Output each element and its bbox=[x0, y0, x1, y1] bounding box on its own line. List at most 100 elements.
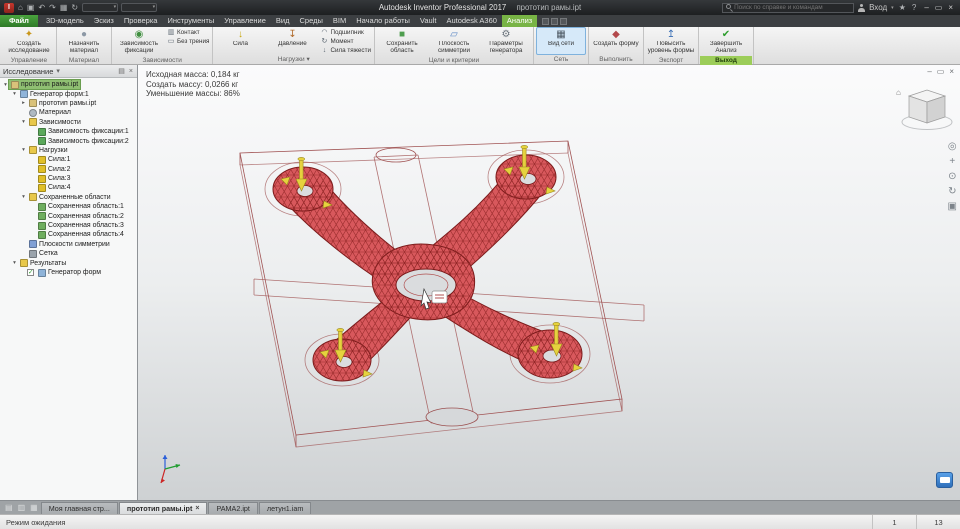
look-at-icon[interactable]: ▣ bbox=[948, 201, 957, 212]
ribbon-button-contact[interactable]: ▥ Контакт bbox=[165, 28, 211, 37]
save-icon[interactable]: ▣ bbox=[26, 0, 36, 15]
ribbon-tab-9[interactable]: Начало работы bbox=[351, 15, 415, 27]
ribbon-button-create-study[interactable]: ✦ Создать исследование bbox=[4, 27, 54, 56]
tree-item-16[interactable]: Сохраненная область:4 bbox=[0, 230, 137, 239]
ribbon-tab-11[interactable]: Autodesk A360 bbox=[441, 15, 501, 27]
document-tab-0[interactable]: Моя главная стр... bbox=[40, 502, 118, 514]
ribbon-tab-10[interactable]: Vault bbox=[415, 15, 442, 27]
home-view-icon[interactable]: ⌂ bbox=[896, 88, 901, 97]
redo-icon[interactable]: ↷ bbox=[48, 0, 57, 15]
model-canvas[interactable]: ⌂ bbox=[138, 65, 960, 500]
ribbon-button-promote-form[interactable]: ↥ Повысить уровень формы bbox=[646, 27, 696, 56]
tree-item-14[interactable]: Сохраненная область:2 bbox=[0, 211, 137, 221]
panel-toggle-icon[interactable] bbox=[551, 17, 559, 25]
ribbon-button-bearing[interactable]: ◠ Подшипник bbox=[318, 28, 373, 37]
tree-item-11[interactable]: Сила:4 bbox=[0, 183, 137, 192]
file-menu-button[interactable]: Файл bbox=[0, 15, 38, 27]
restore-icon[interactable]: ▭ bbox=[932, 0, 946, 15]
communication-icon[interactable] bbox=[936, 472, 953, 488]
tree-item-4[interactable]: ▾ Зависимости bbox=[0, 118, 137, 127]
switch-windows-icon[interactable]: ▦ bbox=[28, 501, 40, 514]
zoom-icon[interactable]: ⊙ bbox=[948, 171, 956, 182]
tree-expand-icon[interactable]: ▾ bbox=[2, 82, 9, 88]
browser-close-icon[interactable]: × bbox=[128, 68, 134, 75]
viewport[interactable]: Исходная масса: 0,184 кг Создать массу: 0… bbox=[138, 65, 960, 500]
visibility-checkbox[interactable]: ✓ bbox=[27, 269, 34, 276]
tree-item-15[interactable]: Сохраненная область:3 bbox=[0, 221, 137, 230]
navigation-wheel-icon[interactable]: ◎ bbox=[948, 141, 957, 152]
restore-doc-icon[interactable]: ▭ bbox=[937, 67, 945, 76]
ribbon-button-fix-constraint[interactable]: ◉ Зависимость фиксации bbox=[114, 27, 164, 56]
ribbon-tab-7[interactable]: Среды bbox=[295, 15, 328, 27]
ribbon-button-create-form[interactable]: ◆ Создать форму bbox=[591, 27, 641, 55]
tree-item-17[interactable]: Плоскости симметрии bbox=[0, 240, 137, 249]
close-doc-icon[interactable]: × bbox=[949, 67, 954, 76]
tree-item-12[interactable]: ▾ Сохраненные области bbox=[0, 193, 137, 202]
tree-item-5[interactable]: Зависимость фиксации:1 bbox=[0, 127, 137, 136]
tree-item-6[interactable]: Зависимость фиксации:2 bbox=[0, 136, 137, 146]
search-input[interactable] bbox=[734, 4, 851, 11]
minimize-icon[interactable]: – bbox=[921, 0, 931, 15]
ribbon-button-pressure[interactable]: ↧ Давление bbox=[267, 27, 317, 55]
tree-item-19[interactable]: ▾ Результаты bbox=[0, 258, 137, 268]
ribbon-button-moment[interactable]: ↻ Момент bbox=[318, 37, 373, 46]
group-dropdown-icon[interactable]: ▾ bbox=[305, 56, 309, 63]
ribbon-tab-1[interactable]: 3D-модель bbox=[41, 15, 89, 27]
star-icon[interactable]: ★ bbox=[898, 0, 907, 15]
ribbon-tab-8[interactable]: BIM bbox=[328, 15, 351, 27]
browser-filter-icon[interactable]: ▤ bbox=[117, 67, 126, 75]
material-dropdown[interactable] bbox=[82, 3, 119, 12]
ribbon-tab-5[interactable]: Управление bbox=[219, 15, 271, 27]
signin-button[interactable]: Вход bbox=[869, 3, 887, 12]
tree-expand-icon[interactable]: ▾ bbox=[20, 119, 27, 125]
undo-icon[interactable]: ↶ bbox=[37, 0, 46, 15]
tree-expand-icon[interactable]: ▾ bbox=[11, 91, 18, 97]
signin-caret-icon[interactable]: ▾ bbox=[891, 5, 894, 11]
ribbon-button-assign-material[interactable]: ● Назначить материал bbox=[59, 27, 109, 56]
orbit-icon[interactable]: ↻ bbox=[948, 186, 956, 197]
browser-dropdown-icon[interactable]: ▾ bbox=[55, 67, 61, 75]
print-icon[interactable]: ▦ bbox=[59, 0, 69, 15]
tree-item-13[interactable]: Сохраненная область:1 bbox=[0, 202, 137, 211]
tree-item-2[interactable]: ▸ прототип рамы.ipt bbox=[0, 99, 137, 108]
ribbon-button-finish-check[interactable]: ✔ Завершить Анализ bbox=[701, 27, 751, 56]
ribbon-button-mesh-view[interactable]: ▦ Вид сети bbox=[536, 27, 586, 55]
tree-item-18[interactable]: Сетка bbox=[0, 249, 137, 258]
tree-expand-icon[interactable]: ▸ bbox=[20, 100, 27, 106]
home-icon[interactable]: ⌂ bbox=[17, 0, 24, 15]
tree-item-7[interactable]: ▾ Нагрузки bbox=[0, 146, 137, 155]
ribbon-tab-3[interactable]: Проверка bbox=[119, 15, 163, 27]
tree-item-1[interactable]: ▾ Генератор форм:1 bbox=[0, 89, 137, 99]
help-icon[interactable]: ? bbox=[911, 0, 917, 15]
tree-expand-icon[interactable]: ▾ bbox=[20, 194, 27, 200]
ribbon-tab-4[interactable]: Инструменты bbox=[162, 15, 219, 27]
document-tab-2[interactable]: РАМА2.ipt bbox=[208, 502, 258, 514]
close-icon[interactable]: × bbox=[945, 0, 956, 15]
panel-toggle-icon[interactable] bbox=[542, 17, 550, 25]
document-tab-3[interactable]: летун1.iam bbox=[258, 502, 312, 514]
ribbon-tab-12[interactable]: Анализ bbox=[501, 15, 538, 27]
document-tab-1[interactable]: прототип рамы.ipt × bbox=[118, 502, 208, 514]
panel-toggle-icon[interactable] bbox=[560, 17, 568, 25]
tree-expand-icon[interactable]: ▾ bbox=[20, 147, 27, 153]
app-icon[interactable]: I bbox=[4, 2, 14, 13]
update-icon[interactable]: ↻ bbox=[70, 0, 79, 15]
tree-item-0[interactable]: ▾ прототип рамы.ipt bbox=[0, 78, 137, 91]
ribbon-button-shapegen-settings[interactable]: ⚙Параметры генератора форм bbox=[481, 27, 531, 56]
pan-icon[interactable]: + bbox=[949, 156, 955, 167]
tree-expand-icon[interactable]: ▾ bbox=[11, 260, 18, 266]
minimize-doc-icon[interactable]: – bbox=[927, 67, 931, 76]
tree-item-10[interactable]: Сила:3 bbox=[0, 174, 137, 183]
tree-item-3[interactable]: Материал bbox=[0, 108, 137, 117]
ribbon-button-gravity[interactable]: ↓ Сила тяжести bbox=[318, 46, 373, 55]
help-search[interactable] bbox=[722, 2, 855, 13]
tree-item-9[interactable]: Сила:2 bbox=[0, 165, 137, 174]
tree-item-8[interactable]: Сила:1 bbox=[0, 155, 137, 164]
tab-close-icon[interactable]: × bbox=[195, 505, 199, 512]
cascade-windows-icon[interactable]: ▤ bbox=[3, 501, 15, 514]
ribbon-button-preserve-region[interactable]: ■ Сохранить область bbox=[377, 27, 427, 56]
ribbon-tab-6[interactable]: Вид bbox=[271, 15, 295, 27]
tree-item-20[interactable]: ✓ Генератор форм bbox=[0, 268, 137, 277]
ribbon-button-frictionless[interactable]: ▭ Без трения bbox=[165, 37, 211, 46]
ribbon-button-force[interactable]: ↓ Сила bbox=[215, 27, 265, 55]
